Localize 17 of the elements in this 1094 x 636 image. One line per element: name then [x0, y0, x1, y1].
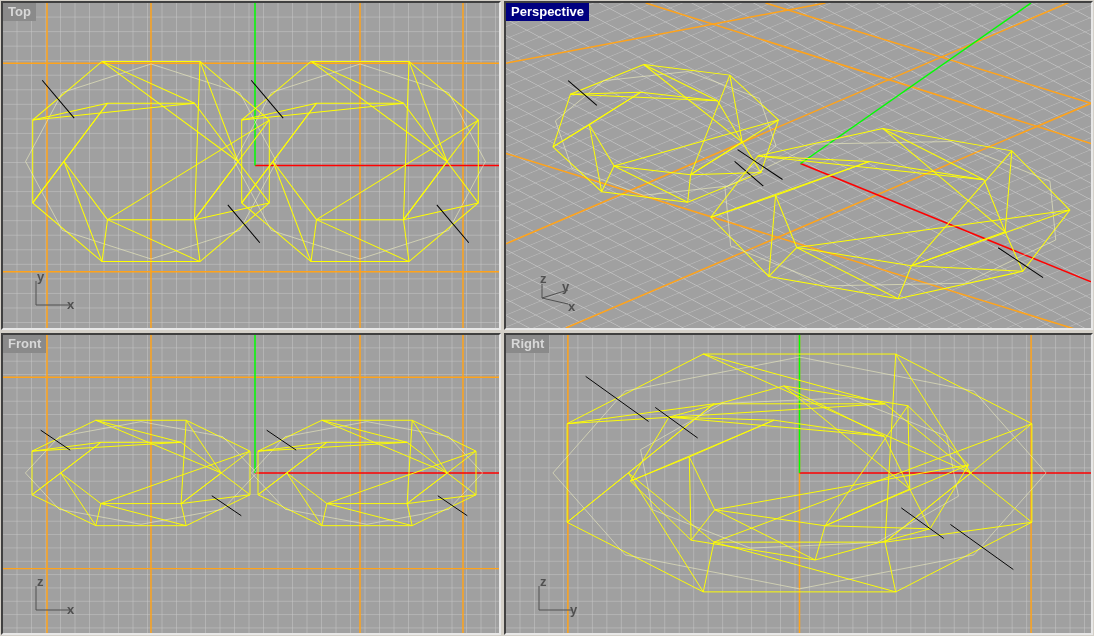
axis-label: z — [540, 575, 547, 589]
viewport[interactable]: Front z x — [1, 333, 501, 635]
viewport[interactable]: Right z y — [504, 333, 1093, 635]
axis-label: y — [37, 270, 45, 284]
axis-label: z — [37, 575, 44, 589]
axis-label: x — [568, 300, 576, 314]
axis-label: x — [67, 298, 75, 312]
viewport-title-tab[interactable]: Perspective — [506, 3, 589, 21]
axis-label: x — [67, 603, 75, 617]
axis-label: z — [540, 272, 547, 286]
viewport-title-tab[interactable]: Right — [506, 335, 550, 353]
axis-label: y — [562, 280, 570, 294]
viewport[interactable]: Perspective z y x — [504, 1, 1093, 330]
viewport-title-tab[interactable]: Top — [3, 3, 36, 21]
axis-label: y — [570, 603, 578, 617]
viewport-title-tab[interactable]: Front — [3, 335, 47, 353]
viewport[interactable]: Top y x — [1, 1, 501, 330]
